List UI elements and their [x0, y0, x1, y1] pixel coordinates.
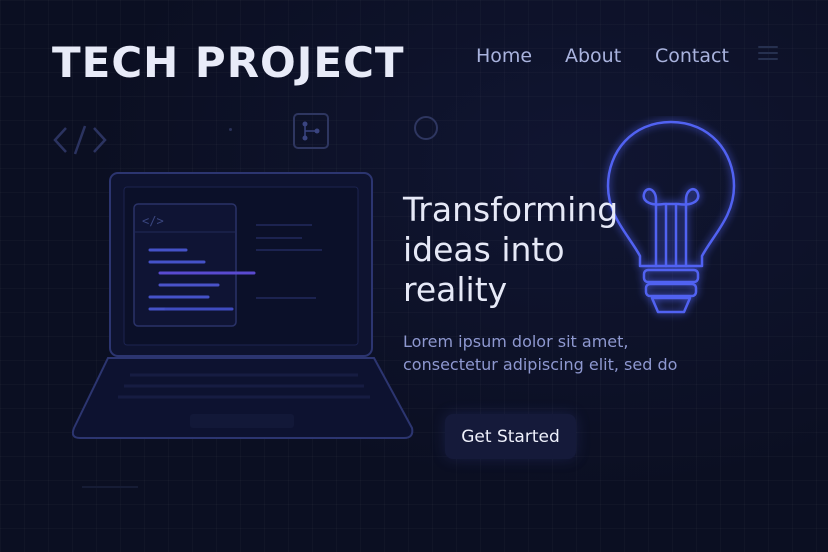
- laptop-code-tag: </>: [142, 214, 164, 228]
- headline-line-1: Transforming: [403, 190, 619, 229]
- get-started-button[interactable]: Get Started: [445, 414, 576, 459]
- nav-contact[interactable]: Contact: [655, 44, 729, 68]
- headline-line-2: ideas into: [403, 230, 565, 269]
- decor-line: [82, 486, 138, 488]
- hero-lead: Lorem ipsum dolor sit amet, consectetur …: [403, 330, 693, 376]
- decor-dot: [229, 128, 232, 131]
- lead-line-1: Lorem ipsum dolor sit amet,: [403, 332, 629, 351]
- lead-line-2: consectetur adipiscing elit, sed do: [403, 355, 678, 374]
- brand-logo[interactable]: TECH PROJECT: [52, 38, 405, 88]
- nav-about[interactable]: About: [565, 44, 621, 68]
- laptop-icon: </>: [72, 172, 414, 439]
- circle-icon: [414, 116, 438, 140]
- code-icon: [53, 125, 107, 155]
- headline-line-3: reality: [403, 270, 508, 309]
- hero-headline: Transforming ideas into reality: [403, 190, 643, 310]
- nav-home[interactable]: Home: [476, 44, 532, 68]
- hamburger-icon[interactable]: [758, 46, 778, 64]
- branch-icon: [293, 113, 329, 149]
